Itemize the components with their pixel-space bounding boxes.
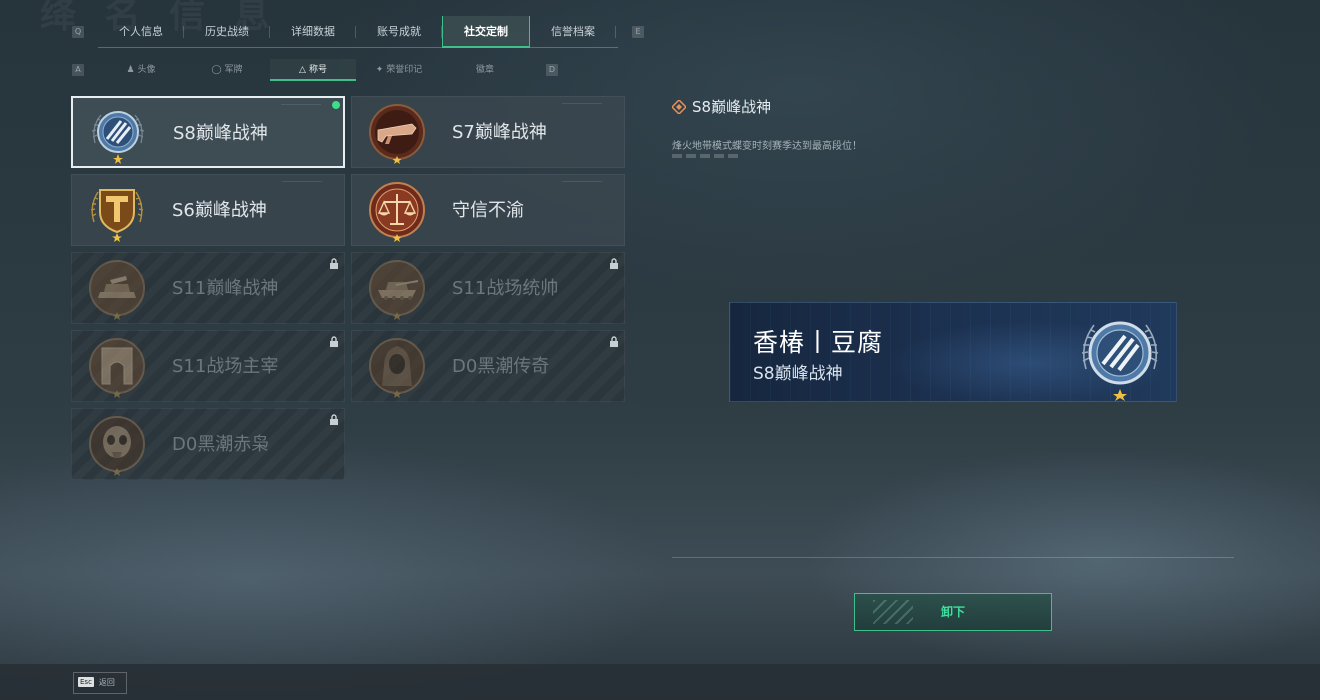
subtab-honor-mark[interactable]: ✦ 荣誉印记 [356, 59, 442, 81]
next-tab-key[interactable]: E [632, 26, 644, 38]
subtab-badge[interactable]: 徽章 [442, 59, 528, 81]
title-card-label: D0黑潮赤枭 [172, 434, 270, 455]
corner-decoration [562, 103, 602, 104]
skull-emblem-icon [89, 416, 145, 476]
detail-subline [672, 154, 742, 158]
lock-icon [330, 414, 338, 425]
title-card-label: D0黑潮传奇 [452, 356, 550, 377]
title-card[interactable]: 守信不渝 [351, 174, 625, 246]
tab-history[interactable]: 历史战绩 [184, 16, 270, 48]
title-card-label: S8巅峰战神 [173, 123, 268, 144]
corner-decoration [281, 104, 321, 105]
unequip-button[interactable]: 卸下 [854, 593, 1052, 631]
title-card[interactable]: S11巅峰战神 [71, 252, 345, 324]
tab-detailed-data[interactable]: 详细数据 [270, 16, 356, 48]
title-card[interactable]: S11战场统帅 [351, 252, 625, 324]
title-card-label: S6巅峰战神 [172, 200, 267, 221]
detail-title: S8巅峰战神 [672, 97, 771, 117]
lock-icon [330, 258, 338, 269]
bronze-weapon-emblem-icon [369, 104, 425, 164]
tab-social-custom[interactable]: 社交定制 [442, 16, 530, 48]
prev-subtab-key[interactable]: A [72, 64, 84, 76]
subtab-dogtag[interactable]: ◯ 军牌 [184, 59, 270, 81]
tab-achievements[interactable]: 账号成就 [356, 16, 442, 48]
title-card[interactable]: S6巅峰战神 [71, 174, 345, 246]
tab-personal-info[interactable]: 个人信息 [98, 16, 184, 48]
tank-emblem-icon [89, 260, 145, 320]
title-card[interactable]: D0黑潮传奇 [351, 330, 625, 402]
title-card[interactable]: S8巅峰战神 [71, 96, 345, 168]
unequip-button-label: 卸下 [940, 605, 965, 619]
subtab-title[interactable]: △ 称号 [270, 59, 356, 81]
subtab-label: 称号 [308, 65, 327, 75]
title-card-label: S11巅峰战神 [172, 278, 279, 299]
top-tab-bar: Q 个人信息 历史战绩 详细数据 账号成就 社交定制 信誉档案 E [70, 16, 646, 48]
diamond-icon [672, 100, 686, 114]
sub-tab-bar: A ♟ 头像 ◯ 军牌 △ 称号 ✦ 荣誉印记 徽章 D [70, 59, 560, 81]
subtab-label: 徽章 [475, 65, 494, 75]
back-button[interactable]: Esc 返回 [73, 672, 127, 694]
back-label: 返回 [98, 678, 115, 687]
next-subtab-key[interactable]: D [546, 64, 558, 76]
top-tab-row: 个人信息 历史战绩 详细数据 账号成就 社交定制 信誉档案 [98, 16, 618, 48]
preview-player-name: 香椿丨豆腐 [753, 328, 884, 357]
title-preview-banner: 香椿丨豆腐 S8巅峰战神 [729, 302, 1177, 402]
lock-icon [610, 336, 618, 347]
corner-decoration [562, 181, 602, 182]
lock-icon [610, 258, 618, 269]
footer-bar [0, 664, 1320, 700]
title-card-label: S11战场统帅 [452, 278, 559, 299]
equipped-indicator [332, 101, 340, 109]
gold-shield-emblem-icon [90, 189, 144, 242]
title-card[interactable]: S7巅峰战神 [351, 96, 625, 168]
bottom-divider [672, 557, 1234, 558]
title-icon: △ [299, 65, 306, 75]
detail-description: 烽火地带模式蝶变时刻赛季达到最高段位！ [672, 141, 862, 152]
title-card-label: 守信不渝 [452, 200, 524, 221]
preview-title: S8巅峰战神 [753, 364, 843, 384]
title-card-label: S7巅峰战神 [452, 122, 547, 143]
lock-icon [330, 336, 338, 347]
subtab-label: 军牌 [224, 65, 243, 75]
honor-icon: ✦ [375, 65, 384, 75]
blue-wings-emblem-icon [91, 111, 145, 164]
esc-key-hint: Esc [78, 677, 94, 687]
subtab-label: 荣誉印记 [386, 65, 423, 75]
dogtag-icon: ◯ [211, 65, 222, 75]
button-stripe-decoration [873, 600, 913, 624]
person-icon: ♟ [126, 65, 135, 75]
detail-title-text: S8巅峰战神 [692, 98, 772, 116]
title-card-label: S11战场主宰 [172, 356, 279, 377]
subtab-label: 头像 [137, 65, 156, 75]
title-card[interactable]: S11战场主宰 [71, 330, 345, 402]
sub-tab-row: ♟ 头像 ◯ 军牌 △ 称号 ✦ 荣誉印记 徽章 [98, 59, 528, 81]
arch-emblem-icon [89, 338, 145, 398]
tank-emblem-icon [369, 260, 425, 320]
tab-reputation[interactable]: 信誉档案 [530, 16, 616, 48]
title-card[interactable]: D0黑潮赤枭 [71, 408, 345, 480]
prev-tab-key[interactable]: Q [72, 26, 84, 38]
subtab-avatar[interactable]: ♟ 头像 [98, 59, 184, 81]
blue-wings-emblem-icon [1081, 321, 1159, 401]
hooded-figure-emblem-icon [369, 338, 425, 398]
scales-emblem-icon [369, 182, 425, 242]
corner-decoration [282, 181, 322, 182]
